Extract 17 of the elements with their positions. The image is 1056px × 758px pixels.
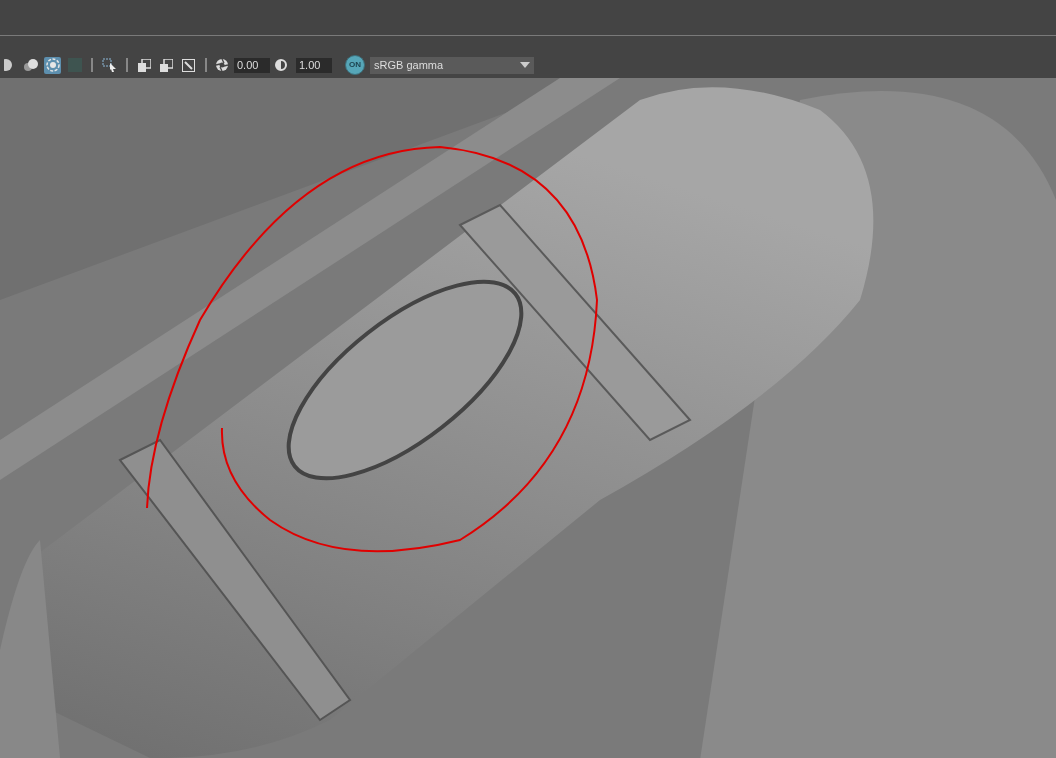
caret-icon <box>520 62 530 68</box>
toolbar-button[interactable] <box>22 56 39 74</box>
toolbar-button[interactable] <box>44 56 61 74</box>
target-icon <box>45 58 60 72</box>
toolbar-button[interactable] <box>158 56 175 74</box>
view-transform-dropdown[interactable]: sRGB gamma <box>370 56 534 74</box>
toolbar-button[interactable] <box>136 56 153 74</box>
overlap-icon <box>138 58 151 72</box>
toolbar-button[interactable] <box>101 56 118 74</box>
select-icon <box>102 58 117 72</box>
color-management-toggle[interactable]: ON <box>345 55 365 75</box>
overlap-icon <box>160 58 173 72</box>
gamma-field[interactable]: 1.00 <box>296 57 332 73</box>
half-circle-icon <box>275 58 287 72</box>
exposure-field[interactable]: 0.00 <box>234 57 270 73</box>
aperture-icon <box>215 58 229 72</box>
spheres-icon <box>22 58 39 72</box>
